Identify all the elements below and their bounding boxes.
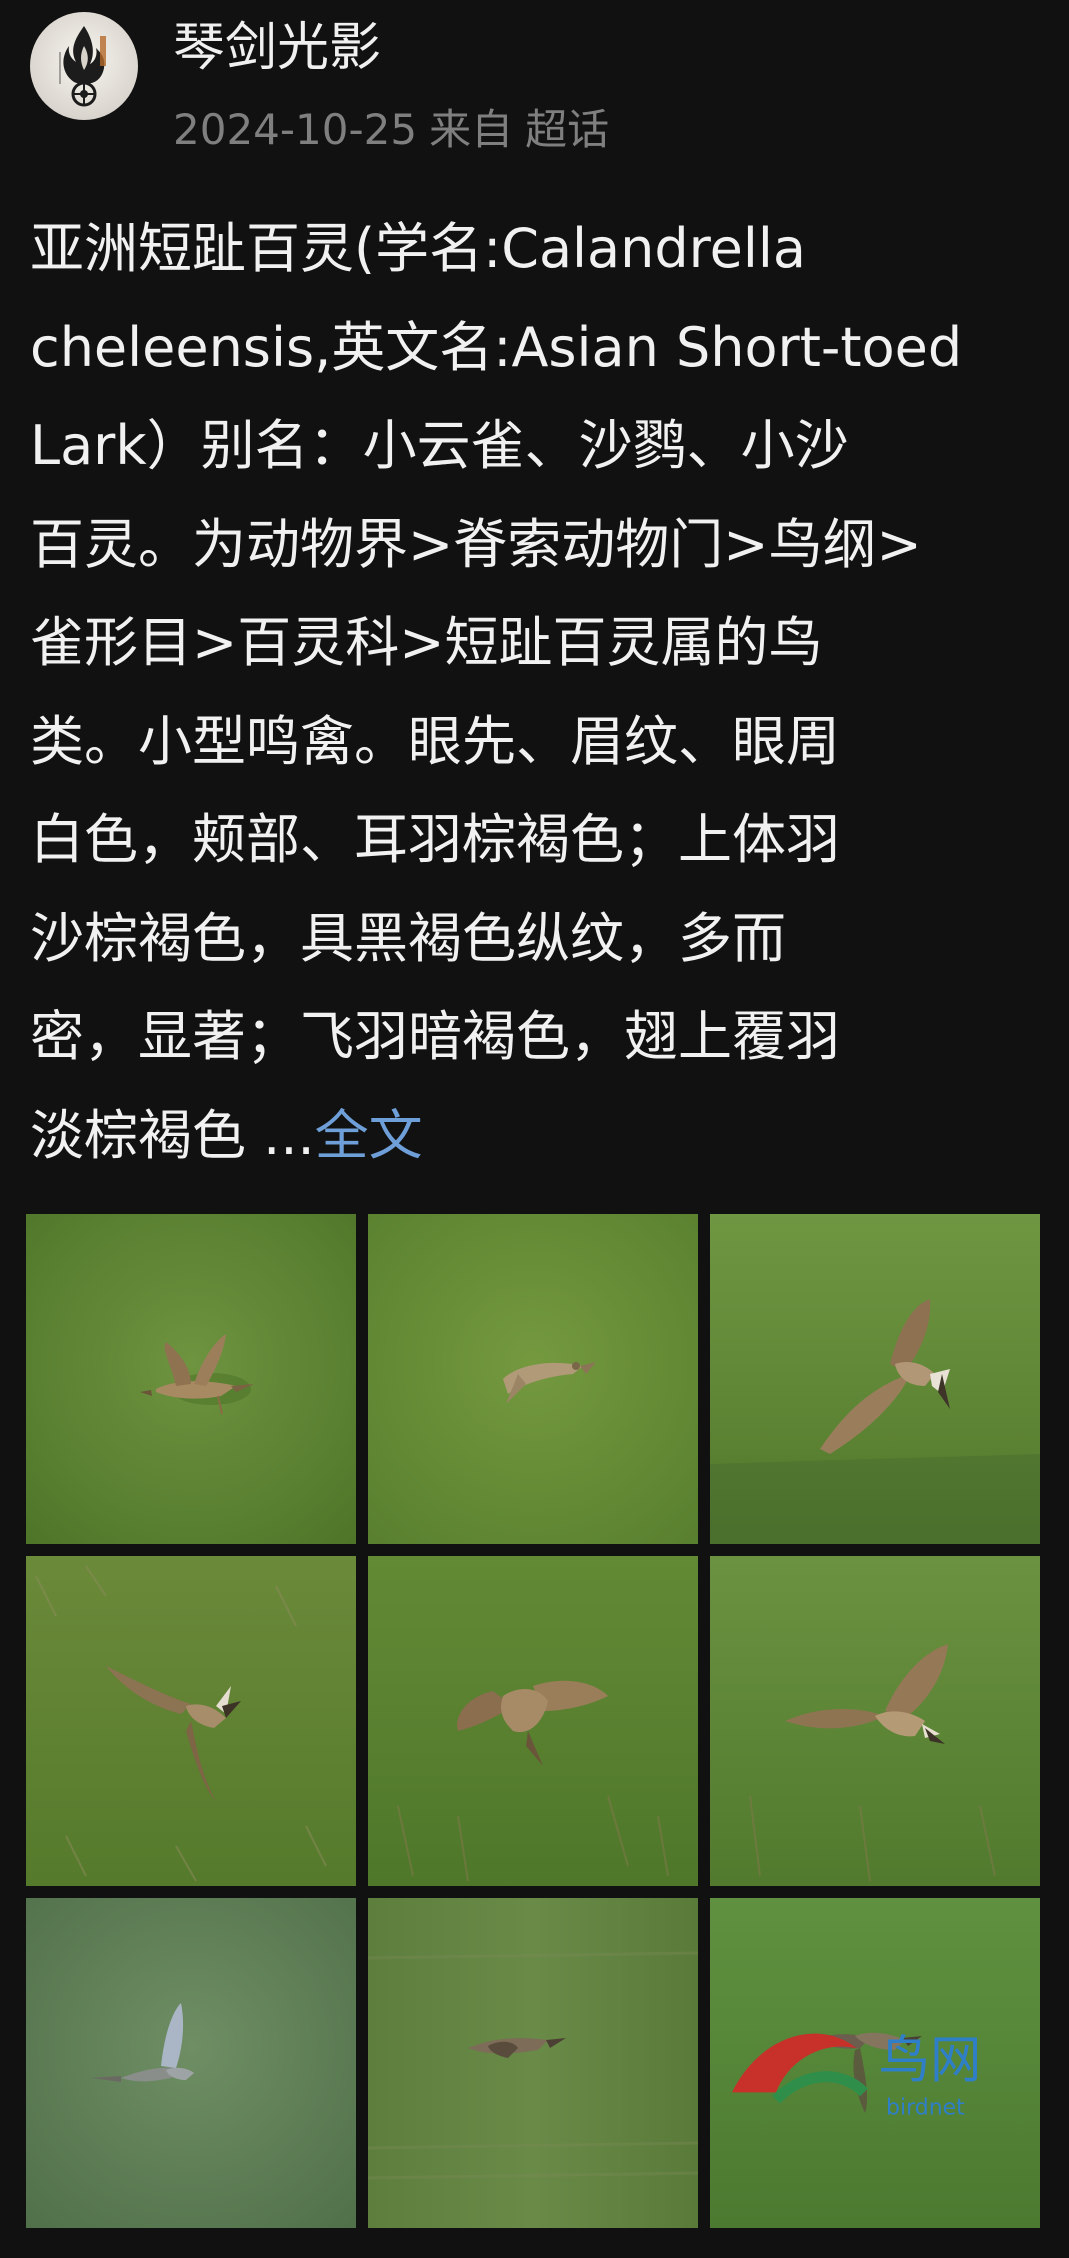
post-text-line: cheleensis,英文名:Asian Short-toed [30,315,963,379]
post-text-line: 亚洲短趾百灵(学名:Calandrella [30,217,806,280]
post-text-line: 沙棕褐色，具黑褐色纵纹，多而 [30,906,786,970]
bird-photo-2[interactable] [368,1214,698,1544]
flame-logo-icon [59,26,106,107]
bird-photo-5[interactable] [368,1556,698,1886]
bird-photo-8[interactable] [368,1898,698,2228]
read-more-link[interactable]: 全文 [315,1104,423,1167]
post-text-line: 百灵。为动物界>脊索动物门>鸟纲> [30,512,922,576]
bird-photo-1[interactable] [26,1214,356,1544]
truncated-text: 淡棕褐色 ... [30,1103,315,1167]
bird-photo-3[interactable] [710,1214,1040,1544]
post-text-line: 密，显著；飞羽暗褐色，翅上覆羽 [30,1005,840,1068]
bird-photo-9[interactable]: 鸟网 birdnet [710,1898,1040,2228]
source-prefix: 来自 [429,105,514,154]
bird-photo-6[interactable] [710,1556,1040,1886]
source-link[interactable]: 超话 [525,105,609,154]
bird-photo-4[interactable] [26,1556,356,1886]
post-text-line: Lark）别名：小云雀、沙鹨、小沙 [30,414,849,477]
post-body: 亚洲短趾百灵(学名:Calandrella cheleensis,英文名:Asi… [30,200,1040,1185]
author-name[interactable]: 琴剑光影 [173,18,381,78]
post-meta: 2024-10-25 来自 超话 [173,105,621,155]
post-header: 琴剑光影 2024-10-25 来自 超话 [30,12,1040,155]
post-text-last-line: 淡棕褐色 ...全文 [30,1087,1040,1186]
svg-text:birdnet: birdnet [886,2095,965,2120]
avatar[interactable] [30,12,138,120]
post-date: 2024-10-25 [173,105,418,154]
svg-text:鸟网: 鸟网 [879,2031,982,2091]
photo-gallery: 鸟网 birdnet [26,1214,1041,2229]
post-text-line: 类。小型鸣禽。眼先、眉纹、眼周 [30,709,840,773]
post-text-line: 白色，颊部、耳羽棕褐色；上体羽 [30,808,840,871]
post-text-line: 雀形目>百灵科>短趾百灵属的鸟 [30,611,823,674]
bird-photo-7[interactable] [26,1898,356,2228]
site-watermark-icon: 鸟网 birdnet [732,2031,982,2120]
